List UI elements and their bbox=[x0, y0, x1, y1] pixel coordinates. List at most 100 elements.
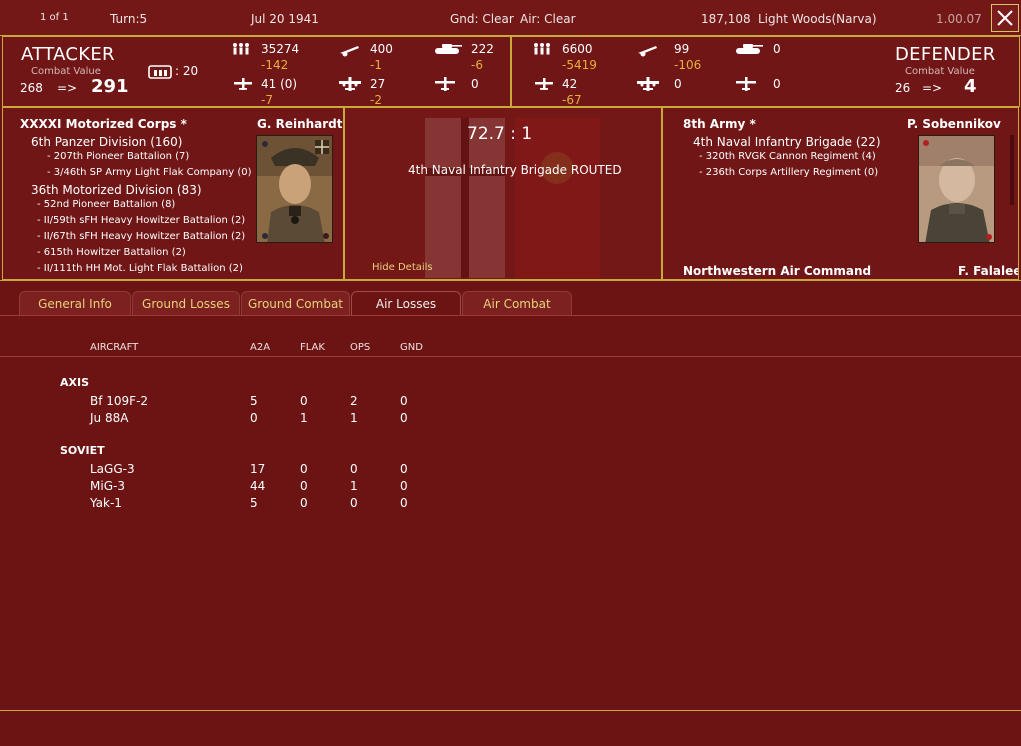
defender-cv-to: 4 bbox=[964, 76, 977, 97]
attacker-commander-portrait bbox=[256, 135, 333, 243]
air-weather: Air: Clear bbox=[520, 12, 576, 26]
tank-icon bbox=[435, 44, 462, 54]
defender-stats-panel: 6600 -5419 99 -106 0 42 -67 0 0 DEFENDER… bbox=[511, 36, 1020, 107]
defender-unit-line[interactable]: - 236th Corps Artillery Regiment (0) bbox=[699, 167, 878, 178]
col-gnd: GND bbox=[400, 342, 423, 353]
tab-general-info[interactable]: General Info bbox=[19, 291, 131, 315]
defender-guns: 99 bbox=[674, 42, 690, 56]
attacker-unit-line[interactable]: - 207th Pioneer Battalion (7) bbox=[47, 151, 189, 162]
attacker-unit-line[interactable]: - II/67th sFH Heavy Howitzer Battalion (… bbox=[37, 231, 245, 242]
ops-value: 1 bbox=[350, 411, 358, 425]
bomber-icon bbox=[637, 77, 659, 91]
defender-hq[interactable]: 8th Army * bbox=[683, 117, 756, 131]
tab-ground-combat[interactable]: Ground Combat bbox=[241, 291, 350, 315]
aircraft-name: MiG-3 bbox=[90, 479, 125, 493]
a2a-value: 5 bbox=[250, 496, 258, 510]
date-label: Jul 20 1941 bbox=[251, 12, 319, 26]
defender-bombers: 0 bbox=[674, 77, 682, 91]
attacker-fighters-loss: -7 bbox=[261, 93, 273, 107]
fortification-level: : 20 bbox=[175, 64, 199, 78]
fighter-icon bbox=[234, 78, 252, 90]
gun-icon bbox=[638, 46, 657, 57]
aircraft-name: Bf 109F-2 bbox=[90, 394, 149, 408]
flak-value: 0 bbox=[300, 479, 308, 493]
tab-air-combat[interactable]: Air Combat bbox=[462, 291, 572, 315]
defender-unit-line[interactable]: - 320th RVGK Cannon Regiment (4) bbox=[699, 151, 876, 162]
men-icon bbox=[534, 43, 550, 55]
flak-value: 0 bbox=[300, 462, 308, 476]
combat-result-message: 4th Naval Infantry Brigade ROUTED bbox=[408, 163, 622, 177]
flak-value: 0 bbox=[300, 496, 308, 510]
attacker-unit-line[interactable]: 36th Motorized Division (83) bbox=[31, 183, 202, 197]
attacker-unit-line[interactable]: - II/59th sFH Heavy Howitzer Battalion (… bbox=[37, 215, 245, 226]
defender-units-panel: 8th Army * P. Sobennikov 4th Naval Infan… bbox=[662, 107, 1019, 280]
defender-commander-portrait bbox=[918, 135, 995, 243]
hide-details-link[interactable]: Hide Details bbox=[372, 262, 433, 273]
attacker-men-loss: -142 bbox=[261, 58, 289, 72]
tab-air-losses[interactable]: Air Losses bbox=[351, 291, 461, 315]
attacker-unit-line[interactable]: - II/111th HH Mot. Light Flak Battalion … bbox=[37, 263, 243, 274]
top-bar: 1 of 1 Turn:5 Jul 20 1941 Gnd: Clear Air… bbox=[0, 0, 1021, 36]
bomber-icon bbox=[339, 77, 361, 91]
tab-ground-losses[interactable]: Ground Losses bbox=[132, 291, 240, 315]
location-id: 187,108 bbox=[701, 12, 751, 26]
ground-weather: Gnd: Clear bbox=[450, 12, 514, 26]
attacker-hq[interactable]: XXXXI Motorized Corps * bbox=[20, 117, 187, 131]
details-area bbox=[0, 280, 1021, 710]
ops-value: 0 bbox=[350, 462, 358, 476]
gnd-value: 0 bbox=[400, 394, 408, 408]
attacker-unit-line[interactable]: 6th Panzer Division (160) bbox=[31, 135, 182, 149]
close-button[interactable] bbox=[991, 4, 1019, 32]
aircraft-name: LaGG-3 bbox=[90, 462, 135, 476]
attacker-guns: 400 bbox=[370, 42, 393, 56]
defender-men: 6600 bbox=[562, 42, 593, 56]
attacker-unit-line[interactable]: - 3/46th SP Army Light Flak Company (0) bbox=[47, 167, 252, 178]
defender-cv-from: 26 bbox=[895, 81, 911, 95]
attacker-cv-to: 291 bbox=[91, 76, 129, 97]
attacker-unit-line[interactable]: - 52nd Pioneer Battalion (8) bbox=[37, 199, 175, 210]
attacker-recon: 0 bbox=[471, 77, 479, 91]
header-divider bbox=[0, 356, 1021, 357]
attacker-units-panel: XXXXI Motorized Corps * G. Reinhardt 6th… bbox=[2, 107, 344, 280]
ops-value: 1 bbox=[350, 479, 358, 493]
attacker-unit-line[interactable]: - 615th Howitzer Battalion (2) bbox=[37, 247, 186, 258]
flak-value: 1 bbox=[300, 411, 308, 425]
defender-guns-loss: -106 bbox=[674, 58, 702, 72]
col-a2a: A2A bbox=[250, 342, 271, 353]
a2a-value: 5 bbox=[250, 394, 258, 408]
attacker-guns-loss: -1 bbox=[370, 58, 382, 72]
version-label: 1.00.07 bbox=[936, 12, 982, 26]
col-aircraft: AIRCRAFT bbox=[90, 342, 139, 353]
gnd-value: 0 bbox=[400, 411, 408, 425]
scrollbar[interactable] bbox=[1010, 135, 1014, 205]
flak-value: 0 bbox=[300, 394, 308, 408]
ops-value: 0 bbox=[350, 496, 358, 510]
gnd-value: 0 bbox=[400, 462, 408, 476]
turn-label: Turn:5 bbox=[110, 12, 148, 26]
defender-title: DEFENDER bbox=[895, 44, 996, 65]
attacker-cv-arrow: => bbox=[57, 81, 78, 95]
fortification-icon bbox=[148, 65, 172, 79]
attacker-title: ATTACKER bbox=[21, 44, 115, 65]
recon-plane-icon bbox=[435, 77, 455, 91]
odds-ratio: 72.7 : 1 bbox=[467, 124, 533, 144]
men-icon bbox=[233, 43, 249, 55]
close-icon bbox=[997, 10, 1013, 26]
attacker-cv-from: 268 bbox=[20, 81, 43, 95]
tank-icon bbox=[736, 44, 763, 54]
defender-air-hq[interactable]: Northwestern Air Command bbox=[683, 264, 871, 278]
attacker-stats-panel: ATTACKER Combat Value 268 => 291 : 20 35… bbox=[2, 36, 511, 107]
bottom-bar bbox=[0, 710, 1021, 746]
aircraft-name: Ju 88A bbox=[90, 411, 129, 425]
attacker-bombers-loss: -2 bbox=[370, 93, 382, 107]
combat-result-panel: 72.7 : 1 4th Naval Infantry Brigade ROUT… bbox=[344, 107, 662, 280]
ops-value: 2 bbox=[350, 394, 358, 408]
a2a-value: 17 bbox=[250, 462, 266, 476]
defender-fighters-loss: -67 bbox=[562, 93, 582, 107]
attacker-bombers: 27 bbox=[370, 77, 386, 91]
defender-fighters: 42 bbox=[562, 77, 578, 91]
attacker-fighters: 41 (0) bbox=[261, 77, 298, 91]
attacker-commander: G. Reinhardt bbox=[257, 117, 343, 131]
a2a-value: 0 bbox=[250, 411, 258, 425]
defender-unit-line[interactable]: 4th Naval Infantry Brigade (22) bbox=[693, 135, 881, 149]
